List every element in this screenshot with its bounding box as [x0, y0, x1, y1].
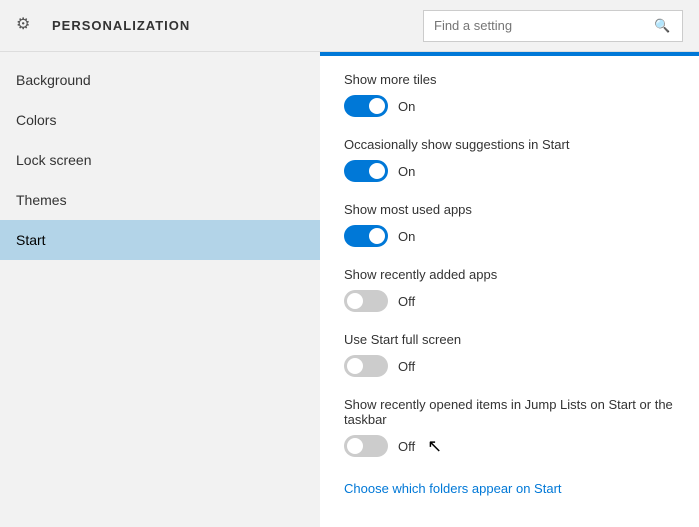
search-box[interactable]: 🔍 [423, 10, 683, 42]
main-layout: Background Colors Lock screen Themes Sta… [0, 52, 699, 527]
sidebar-item-label: Colors [16, 112, 56, 128]
search-icon: 🔍 [654, 18, 670, 34]
setting-label: Occasionally show suggestions in Start [344, 137, 675, 152]
cursor-indicator: ↖ [427, 436, 442, 457]
toggle-row: On [344, 95, 675, 117]
toggle-show-jump-lists[interactable] [344, 435, 388, 457]
choose-folders-link-container: Choose which folders appear on Start [344, 477, 675, 498]
toggle-status: Off [398, 359, 415, 374]
sidebar-item-lock-screen[interactable]: Lock screen [0, 140, 320, 180]
content-area: Show more tiles On Occasionally show sug… [320, 52, 699, 527]
toggle-thumb [369, 228, 385, 244]
toggle-status: On [398, 164, 415, 179]
setting-label: Show more tiles [344, 72, 675, 87]
choose-folders-link[interactable]: Choose which folders appear on Start [344, 481, 562, 496]
toggle-status: On [398, 229, 415, 244]
setting-use-start-full-screen: Use Start full screen Off [344, 332, 675, 377]
toggle-status: Off [398, 294, 415, 309]
setting-show-suggestions: Occasionally show suggestions in Start O… [344, 137, 675, 182]
toggle-use-start-full-screen[interactable] [344, 355, 388, 377]
toggle-thumb [347, 358, 363, 374]
setting-show-jump-lists: Show recently opened items in Jump Lists… [344, 397, 675, 457]
toggle-show-most-used[interactable] [344, 225, 388, 247]
toggle-show-more-tiles[interactable] [344, 95, 388, 117]
sidebar-item-label: Lock screen [16, 152, 91, 168]
toggle-thumb [369, 98, 385, 114]
sidebar-item-label: Start [16, 232, 46, 248]
toggle-thumb [347, 293, 363, 309]
setting-label: Use Start full screen [344, 332, 675, 347]
top-accent-bar [320, 52, 699, 56]
page-title: PERSONALIZATION [52, 18, 411, 33]
sidebar-item-start[interactable]: Start [0, 220, 320, 260]
toggle-show-suggestions[interactable] [344, 160, 388, 182]
setting-label: Show recently added apps [344, 267, 675, 282]
setting-label: Show recently opened items in Jump Lists… [344, 397, 675, 427]
sidebar-item-background[interactable]: Background [0, 60, 320, 100]
toggle-row: On [344, 160, 675, 182]
search-input[interactable] [434, 18, 654, 33]
sidebar-item-themes[interactable]: Themes [0, 180, 320, 220]
sidebar-item-colors[interactable]: Colors [0, 100, 320, 140]
setting-show-most-used: Show most used apps On [344, 202, 675, 247]
toggle-show-recently-added[interactable] [344, 290, 388, 312]
setting-label: Show most used apps [344, 202, 675, 217]
gear-icon: ⚙ [16, 14, 40, 38]
header: ⚙ PERSONALIZATION 🔍 [0, 0, 699, 52]
toggle-thumb [369, 163, 385, 179]
setting-show-recently-added: Show recently added apps Off [344, 267, 675, 312]
toggle-row: Off [344, 355, 675, 377]
toggle-status: On [398, 99, 415, 114]
setting-show-more-tiles: Show more tiles On [344, 72, 675, 117]
toggle-row: Off ↖ [344, 435, 675, 457]
sidebar-item-label: Background [16, 72, 91, 88]
toggle-thumb [347, 438, 363, 454]
sidebar-item-label: Themes [16, 192, 67, 208]
toggle-row: On [344, 225, 675, 247]
toggle-status: Off [398, 439, 415, 454]
toggle-row: Off [344, 290, 675, 312]
sidebar: Background Colors Lock screen Themes Sta… [0, 52, 320, 527]
